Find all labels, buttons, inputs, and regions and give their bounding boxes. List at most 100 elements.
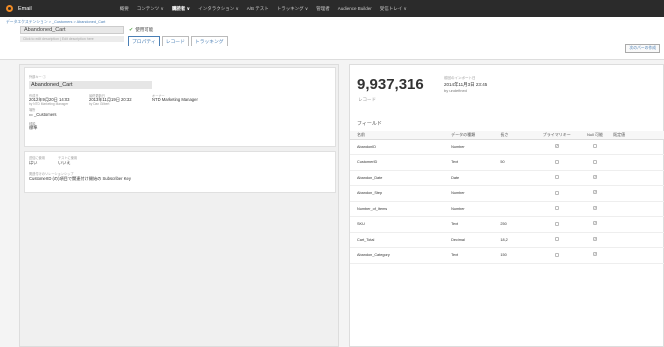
field-name: SKU	[350, 216, 452, 233]
header-action-button[interactable]: 次のパーの作成	[625, 44, 660, 53]
checkbox-icon	[554, 159, 559, 164]
column-header[interactable]: 名前	[350, 131, 452, 140]
checkbox-icon	[592, 144, 597, 149]
column-header[interactable]: データの種類	[451, 131, 501, 140]
nullable-checkbox	[576, 201, 614, 217]
field-length	[500, 201, 537, 217]
primary-key-checkbox	[536, 139, 577, 155]
status-indicator: ✔ 使用可能	[129, 27, 153, 33]
location-text: _Customers	[33, 112, 57, 117]
created-by: by NTD Marketing Manager	[29, 102, 69, 106]
nav-item[interactable]: 購読者 ∨	[172, 6, 190, 12]
field-row[interactable]: Cart_Total Decimal 18,2	[350, 232, 664, 248]
field-default	[613, 139, 664, 155]
field-type: Text	[451, 154, 501, 171]
nav-item[interactable]: 受信トレイ ∨	[380, 6, 407, 12]
description-field[interactable]: Click to edit description | Edit descrip…	[20, 36, 124, 42]
primary-key-checkbox	[536, 154, 577, 171]
checkbox-icon	[554, 190, 559, 195]
primary-key-checkbox	[536, 185, 577, 202]
fields-title: フィールド	[357, 121, 382, 127]
record-count: 9,937,316	[357, 76, 424, 93]
test-value: いいえ	[58, 160, 71, 165]
properties-card: 外部キー ⓘ Abandoned_Cart 作成日 2012年9月20日 14:…	[24, 67, 336, 147]
nav-item[interactable]: Audience Builder	[338, 6, 372, 12]
properties-panel: 外部キー ⓘ Abandoned_Cart 作成日 2012年9月20日 14:…	[19, 64, 339, 347]
column-header[interactable]: 既定値	[613, 131, 664, 140]
extension-name[interactable]: Abandoned_Cart	[20, 26, 124, 34]
import-date-label: 前回のインポート日	[444, 76, 476, 80]
checkbox-icon	[554, 175, 559, 180]
nullable-checkbox	[576, 247, 614, 264]
app-logo-icon[interactable]	[6, 5, 13, 12]
field-row[interactable]: Number_of_Items Number	[350, 201, 664, 217]
breadcrumb[interactable]: データエクステンション > _Customers > Abandoned_Car…	[6, 20, 105, 25]
checkbox-icon	[592, 174, 597, 179]
field-name: AbandonID	[350, 139, 452, 155]
nav-item[interactable]: A/B テスト	[247, 6, 269, 12]
field-row[interactable]: Abandon_Date Date	[350, 170, 664, 186]
record-count-label: レコード	[358, 97, 376, 102]
fields-header-row: 名前 データの種類 長さ プライマリキー Null 可能 既定値	[350, 131, 664, 140]
field-length: 18,2	[500, 232, 537, 248]
owner-value: NTD Marketing Manager	[152, 97, 198, 102]
field-length: 50	[500, 154, 537, 171]
field-name: Abandon_Step	[350, 185, 452, 202]
checkbox-icon	[592, 221, 597, 226]
checkbox-icon	[592, 236, 597, 241]
column-header[interactable]: プライマリキー	[536, 131, 577, 140]
checkbox-icon	[592, 190, 597, 195]
field-type: Number	[451, 139, 501, 155]
field-default	[613, 216, 664, 233]
top-nav: Email 概要 コンテンツ ∨ 購読者 ∨ インタラクション ∨ A/B テスト トラッ…	[0, 0, 664, 17]
field-row[interactable]: AbandonID Number	[350, 139, 664, 155]
modified-by: by Dan Gilbert	[89, 102, 110, 106]
nullable-checkbox	[576, 139, 614, 155]
checkbox-icon	[554, 221, 559, 226]
field-length: 250	[500, 216, 537, 233]
relationship-value: CustomerID (の)項目で関連付け開始の Subscriber Key	[29, 176, 131, 181]
location-value[interactable]: ▭ _Customers	[29, 112, 57, 117]
tab[interactable]: トラッキング	[190, 36, 228, 46]
field-row[interactable]: Abandon_Step Number	[350, 185, 664, 202]
field-default	[613, 201, 664, 217]
nullable-checkbox	[576, 232, 614, 248]
field-type: Number	[451, 185, 501, 202]
field-default	[613, 247, 664, 264]
column-header[interactable]: 長さ	[500, 131, 537, 140]
primary-key-checkbox	[536, 170, 577, 186]
field-default	[613, 185, 664, 202]
field-row[interactable]: CustomerID Text 50	[350, 154, 664, 171]
field-length	[500, 185, 537, 202]
checkbox-icon	[592, 205, 597, 210]
nav-item[interactable]: 管理者	[316, 6, 330, 12]
nav-item[interactable]: コンテンツ ∨	[137, 6, 164, 12]
field-default	[613, 170, 664, 186]
fields-body: AbandonIDNumberCustomerIDText50Abandon_D…	[350, 139, 664, 264]
field-length	[500, 139, 537, 155]
field-type: Date	[451, 170, 501, 186]
tab[interactable]: プロパティ	[128, 36, 160, 46]
fields-table: 名前 データの種類 長さ プライマリキー Null 可能 既定値 AbandonID Num…	[350, 131, 664, 264]
nullable-checkbox	[576, 216, 614, 233]
field-name: Abandon_Category	[350, 247, 452, 264]
field-type: Text	[451, 247, 501, 264]
nav-item[interactable]: インタラクション ∨	[198, 6, 239, 12]
field-row[interactable]: Abandon_Category Text 150	[350, 247, 664, 264]
field-name: Cart_Total	[350, 232, 452, 248]
primary-key-checkbox	[536, 201, 577, 217]
checkbox-icon	[592, 159, 597, 164]
nav-item[interactable]: 概要	[120, 6, 129, 12]
field-type: Number	[451, 201, 501, 217]
nullable-checkbox	[576, 154, 614, 171]
checkbox-icon	[554, 252, 559, 257]
tab[interactable]: レコード	[161, 36, 189, 46]
nav-item[interactable]: トラッキング ∨	[277, 6, 308, 12]
field-length	[500, 170, 537, 186]
checkbox-icon	[592, 252, 597, 257]
field-type: Text	[451, 216, 501, 233]
app-name[interactable]: Email	[18, 6, 32, 12]
column-header[interactable]: Null 可能	[576, 131, 614, 140]
field-length: 150	[500, 247, 537, 264]
field-row[interactable]: SKU Text 250	[350, 216, 664, 233]
